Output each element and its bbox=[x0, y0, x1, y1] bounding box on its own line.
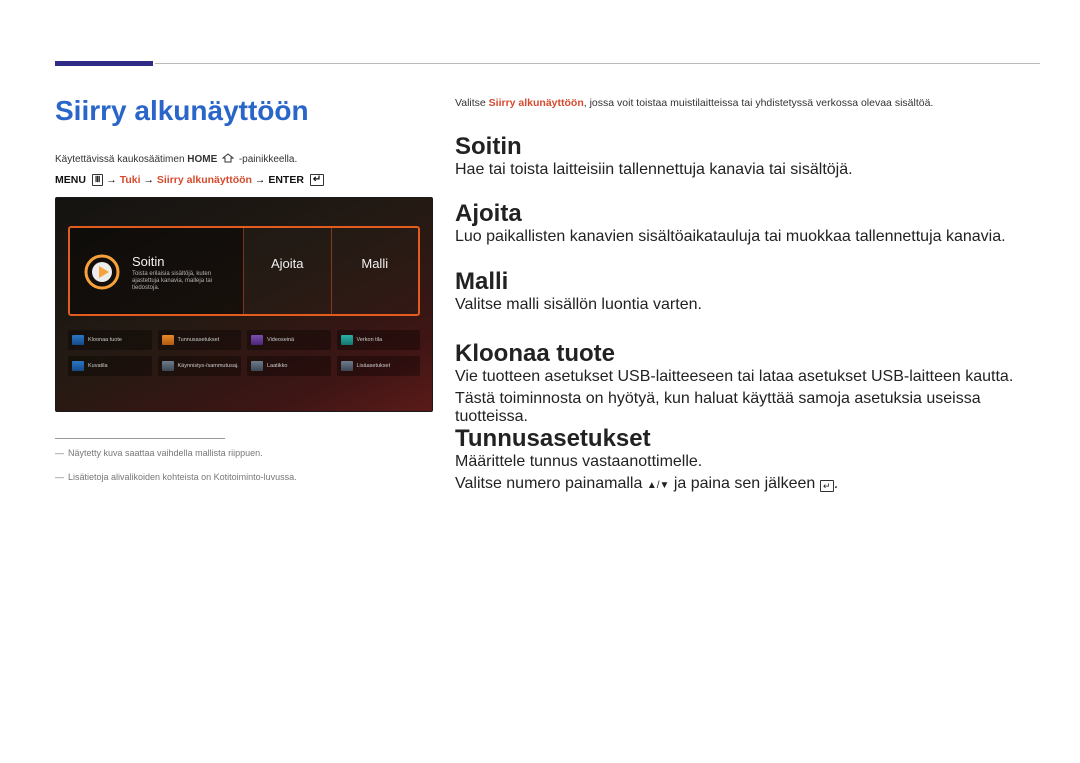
menu-siirry: Siirry alkunäyttöön bbox=[157, 174, 252, 186]
cell-label: Käynnistys-/sammutusaj. bbox=[178, 363, 239, 369]
cell-icon bbox=[72, 361, 84, 371]
section-title: Kloonaa tuote bbox=[455, 340, 1040, 368]
note-2-text: Lisätietoja alivalikoiden kohteista on K… bbox=[68, 472, 297, 482]
body2-a: Valitse numero painamalla bbox=[455, 475, 647, 492]
note-1-text: Näytetty kuva saattaa vaihdella mallista… bbox=[68, 448, 263, 458]
section-soitin: Soitin Hae tai toista laitteisiin tallen… bbox=[455, 133, 1040, 179]
tile-malli: Malli bbox=[332, 228, 419, 314]
cell-icon bbox=[251, 361, 263, 371]
grid-cell: Laatikko bbox=[247, 356, 331, 376]
cell-label: Tunnusasetukset bbox=[178, 337, 220, 343]
page-title: Siirry alkunäyttöön bbox=[55, 95, 309, 127]
cell-icon bbox=[251, 335, 263, 345]
note-2: ―Lisätietoja alivalikoiden kohteista on … bbox=[55, 472, 297, 482]
section-body: Luo paikallisten kanavien sisältöaikatau… bbox=[455, 228, 1040, 246]
grid-cell: Verkon tila bbox=[337, 330, 421, 350]
cell-label: Laatikko bbox=[267, 363, 288, 369]
section-title: Ajoita bbox=[455, 200, 1040, 228]
cell-label: Lisäasetukset bbox=[357, 363, 391, 369]
cell-label: Verkon tila bbox=[357, 337, 383, 343]
tile-label: Ajoita bbox=[244, 256, 331, 271]
tile-label: Soitin bbox=[132, 254, 165, 269]
cell-label: Kuvatila bbox=[88, 363, 108, 369]
grid-row-1: Kloonaa tuote Tunnusasetukset Videoseinä… bbox=[68, 330, 420, 350]
cell-icon bbox=[72, 335, 84, 345]
up-down-icon: ▲/▼ bbox=[647, 480, 670, 491]
section-body: Valitse malli sisällön luontia varten. bbox=[455, 296, 1040, 314]
section-body-1: Vie tuotteen asetukset USB-laitteeseen t… bbox=[455, 368, 1040, 386]
cell-icon bbox=[162, 361, 174, 371]
menu-tuki: Tuki bbox=[120, 174, 141, 186]
section-ajoita: Ajoita Luo paikallisten kanavien sisältö… bbox=[455, 200, 1040, 246]
cell-icon bbox=[162, 335, 174, 345]
tile-ajoita: Ajoita bbox=[244, 228, 332, 314]
play-icon bbox=[84, 254, 120, 290]
cell-icon bbox=[341, 361, 353, 371]
tile-label: Malli bbox=[332, 256, 419, 271]
grid-cell: Kloonaa tuote bbox=[68, 330, 152, 350]
right-intro: Valitse Siirry alkunäyttöön, jossa voit … bbox=[455, 97, 1040, 109]
menu-icon: Ⅲ bbox=[92, 174, 104, 186]
cell-label: Videoseinä bbox=[267, 337, 294, 343]
grid-cell: Videoseinä bbox=[247, 330, 331, 350]
tile-row: Soitin Toista erilaisia sisältöjä, kuten… bbox=[68, 226, 420, 316]
intro-prefix: Käytettävissä kaukosäätimen bbox=[55, 154, 187, 165]
home-icon bbox=[222, 153, 234, 166]
grid-cell: Tunnusasetukset bbox=[158, 330, 242, 350]
menu-enter: ENTER bbox=[268, 174, 304, 186]
right-intro-highlight: Siirry alkunäyttöön bbox=[489, 97, 584, 109]
menu-path: MENU Ⅲ → Tuki → Siirry alkunäyttöön → EN… bbox=[55, 174, 324, 186]
grid-cell: Käynnistys-/sammutusaj. bbox=[158, 356, 242, 376]
notes-separator bbox=[55, 438, 225, 439]
enter-inline-icon: ↵ bbox=[820, 480, 834, 492]
section-tunnus: Tunnusasetukset Määrittele tunnus vastaa… bbox=[455, 425, 1040, 493]
header-accent bbox=[55, 61, 153, 66]
header-rule bbox=[155, 63, 1040, 64]
intro-line: Käytettävissä kaukosäätimen HOME -painik… bbox=[55, 153, 297, 166]
section-body-2: Valitse numero painamalla ▲/▼ ja paina s… bbox=[455, 475, 1040, 493]
grid-row-2: Kuvatila Käynnistys-/sammutusaj. Laatikk… bbox=[68, 356, 420, 376]
section-body-2: Tästä toiminnosta on hyötyä, kun haluat … bbox=[455, 390, 1040, 426]
section-title: Malli bbox=[455, 268, 1040, 296]
grid-cell: Lisäasetukset bbox=[337, 356, 421, 376]
tile-soitin: Soitin Toista erilaisia sisältöjä, kuten… bbox=[70, 228, 244, 314]
note-1: ―Näytetty kuva saattaa vaihdella mallist… bbox=[55, 448, 263, 458]
home-screenshot: Soitin Toista erilaisia sisältöjä, kuten… bbox=[55, 197, 433, 412]
right-intro-prefix: Valitse bbox=[455, 97, 489, 109]
section-kloonaa: Kloonaa tuote Vie tuotteen asetukset USB… bbox=[455, 340, 1040, 426]
intro-suffix: -painikkeella. bbox=[236, 154, 297, 165]
menu-label: MENU bbox=[55, 174, 86, 186]
cell-label: Kloonaa tuote bbox=[88, 337, 122, 343]
cell-icon bbox=[341, 335, 353, 345]
section-body: Hae tai toista laitteisiin tallennettuja… bbox=[455, 161, 1040, 179]
section-malli: Malli Valitse malli sisällön luontia var… bbox=[455, 268, 1040, 314]
section-body-1: Määrittele tunnus vastaanottimelle. bbox=[455, 453, 1040, 471]
intro-home-bold: HOME bbox=[187, 154, 217, 165]
section-title: Tunnusasetukset bbox=[455, 425, 1040, 453]
enter-icon bbox=[310, 174, 324, 186]
right-intro-suffix: , jossa voit toistaa muistilaitteissa ta… bbox=[584, 97, 934, 109]
body2-b: ja paina sen jälkeen bbox=[669, 475, 819, 492]
grid-cell: Kuvatila bbox=[68, 356, 152, 376]
section-title: Soitin bbox=[455, 133, 1040, 161]
tile-sub: Toista erilaisia sisältöjä, kuten ajaste… bbox=[132, 271, 232, 292]
